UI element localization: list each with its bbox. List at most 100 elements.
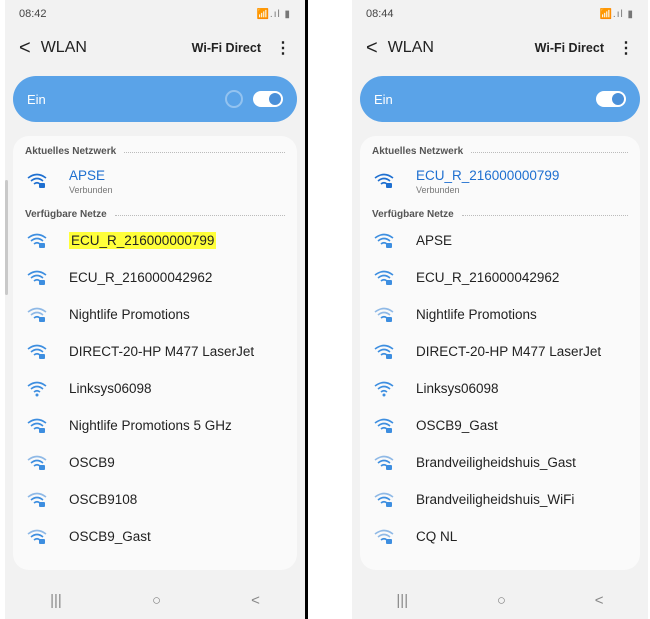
back-arrow-icon[interactable]: <: [19, 38, 31, 58]
current-network-row[interactable]: ECU_R_216000000799 Verbunden: [360, 159, 640, 203]
wifi-direct-button[interactable]: Wi-Fi Direct: [535, 41, 604, 55]
wifi-lock-icon: [374, 344, 394, 359]
network-row[interactable]: ECU_R_216000042962: [13, 259, 297, 296]
current-network-header: Aktuelles Netzwerk: [13, 140, 297, 159]
network-row[interactable]: APSE: [360, 222, 640, 259]
wlan-switch[interactable]: [253, 91, 283, 107]
network-list-card: Aktuelles Netzwerk APSE Verbunden Verfüg…: [13, 136, 297, 570]
network-name: DIRECT-20-HP M477 LaserJet: [69, 344, 255, 359]
network-name: OSCB9_Gast: [69, 529, 151, 544]
toggle-label: Ein: [374, 91, 393, 107]
phone-screen-left: 08:42 📶.ıl ▮ < WLAN Wi-Fi Direct ⋮ Ein A…: [5, 0, 308, 619]
wifi-lock-icon: [27, 270, 47, 285]
phone-screen-right: 08:44 📶.ıl ▮ < WLAN Wi-Fi Direct ⋮ Ein A…: [352, 0, 648, 619]
network-name: ECU_R_216000042962: [416, 270, 560, 285]
current-network-status: Verbunden: [69, 184, 113, 195]
network-name: ECU_R_216000042962: [69, 270, 213, 285]
wifi-lock-icon: [27, 529, 47, 544]
network-name: CQ NL: [416, 529, 458, 544]
wifi-lock-icon: [27, 233, 47, 248]
back-button[interactable]: <: [251, 592, 260, 609]
network-name: Brandveiligheidshuis_WiFi: [416, 492, 575, 507]
network-row[interactable]: Brandveiligheidshuis_WiFi: [360, 481, 640, 518]
wifi-lock-icon: [374, 270, 394, 285]
app-bar: < WLAN Wi-Fi Direct ⋮: [352, 28, 648, 68]
recents-button[interactable]: |||: [50, 592, 62, 609]
status-icons: 📶.ıl ▮: [256, 8, 291, 20]
edge-panel-handle[interactable]: [5, 180, 8, 295]
back-button[interactable]: <: [595, 592, 604, 609]
network-row[interactable]: Nightlife Promotions 5 GHz: [13, 407, 297, 444]
network-row[interactable]: Linksys06098: [360, 370, 640, 407]
network-row[interactable]: OSCB9108: [13, 481, 297, 518]
network-name: OSCB9: [69, 455, 115, 470]
network-row[interactable]: Nightlife Promotions: [360, 296, 640, 333]
network-name: APSE: [416, 233, 453, 248]
wlan-toggle-bar[interactable]: Ein: [13, 76, 297, 122]
network-row[interactable]: Linksys06098: [13, 370, 297, 407]
network-row[interactable]: DIRECT-20-HP M477 LaserJet: [13, 333, 297, 370]
wifi-open-icon: [27, 381, 47, 396]
network-row[interactable]: CQ NL: [360, 518, 640, 555]
recents-button[interactable]: |||: [396, 592, 408, 609]
wifi-lock-icon: [374, 529, 394, 544]
wifi-lock-icon: [374, 418, 394, 433]
current-network-name: APSE: [69, 167, 106, 183]
wlan-switch[interactable]: [596, 91, 626, 107]
wifi-lock-icon: [27, 492, 47, 507]
network-row[interactable]: Brandveiligheidshuis_Gast: [360, 444, 640, 481]
more-options-icon[interactable]: ⋮: [275, 38, 291, 58]
network-name: Brandveiligheidshuis_Gast: [416, 455, 576, 470]
home-button[interactable]: ○: [497, 592, 506, 609]
status-bar: 08:44 📶.ıl ▮: [352, 0, 648, 28]
current-network-header: Aktuelles Netzwerk: [360, 140, 640, 159]
wifi-lock-icon: [27, 418, 47, 433]
wifi-lock-icon: [374, 307, 394, 322]
available-networks-header: Verfügbare Netze: [360, 203, 640, 222]
network-name: ECU_R_216000000799: [69, 232, 217, 249]
network-name: OSCB9_Gast: [416, 418, 498, 433]
wifi-lock-icon: [27, 173, 47, 188]
wifi-lock-icon: [374, 173, 394, 188]
wifi-lock-icon: [374, 455, 394, 470]
network-row[interactable]: OSCB9_Gast: [360, 407, 640, 444]
network-row[interactable]: Nightlife Promotions: [13, 296, 297, 333]
page-title: WLAN: [40, 39, 87, 56]
network-name: Nightlife Promotions: [416, 307, 537, 322]
current-network-row[interactable]: APSE Verbunden: [13, 159, 297, 203]
wifi-lock-icon: [27, 455, 47, 470]
app-bar: < WLAN Wi-Fi Direct ⋮: [5, 28, 305, 68]
wifi-open-icon: [374, 381, 394, 396]
wifi-lock-icon: [374, 233, 394, 248]
network-list-card: Aktuelles Netzwerk ECU_R_216000000799 Ve…: [360, 136, 640, 570]
loading-spinner-icon: [225, 90, 243, 108]
more-options-icon[interactable]: ⋮: [618, 38, 634, 58]
wlan-toggle-bar[interactable]: Ein: [360, 76, 640, 122]
network-name: DIRECT-20-HP M477 LaserJet: [416, 344, 602, 359]
network-name: OSCB9108: [69, 492, 138, 507]
status-bar: 08:42 📶.ıl ▮: [5, 0, 305, 28]
network-row[interactable]: ECU_R_216000042962: [360, 259, 640, 296]
status-icons: 📶.ıl ▮: [599, 8, 634, 20]
clock: 08:44: [366, 8, 394, 20]
network-row[interactable]: DIRECT-20-HP M477 LaserJet: [360, 333, 640, 370]
home-button[interactable]: ○: [152, 592, 161, 609]
current-network-name: ECU_R_216000000799: [416, 167, 560, 183]
current-network-status: Verbunden: [416, 184, 460, 195]
wifi-lock-icon: [27, 344, 47, 359]
navigation-bar: ||| ○ <: [5, 581, 305, 619]
wifi-direct-button[interactable]: Wi-Fi Direct: [192, 41, 261, 55]
navigation-bar: ||| ○ <: [352, 581, 648, 619]
page-title: WLAN: [387, 39, 434, 56]
network-name: Linksys06098: [69, 381, 152, 396]
back-arrow-icon[interactable]: <: [366, 38, 378, 58]
network-row[interactable]: ECU_R_216000000799: [13, 222, 297, 259]
clock: 08:42: [19, 8, 47, 20]
wifi-lock-icon: [374, 492, 394, 507]
network-row[interactable]: OSCB9_Gast: [13, 518, 297, 555]
network-row[interactable]: OSCB9: [13, 444, 297, 481]
wifi-lock-icon: [27, 307, 47, 322]
toggle-label: Ein: [27, 91, 46, 107]
network-name: Nightlife Promotions: [69, 307, 190, 322]
network-name: Nightlife Promotions 5 GHz: [69, 418, 232, 433]
